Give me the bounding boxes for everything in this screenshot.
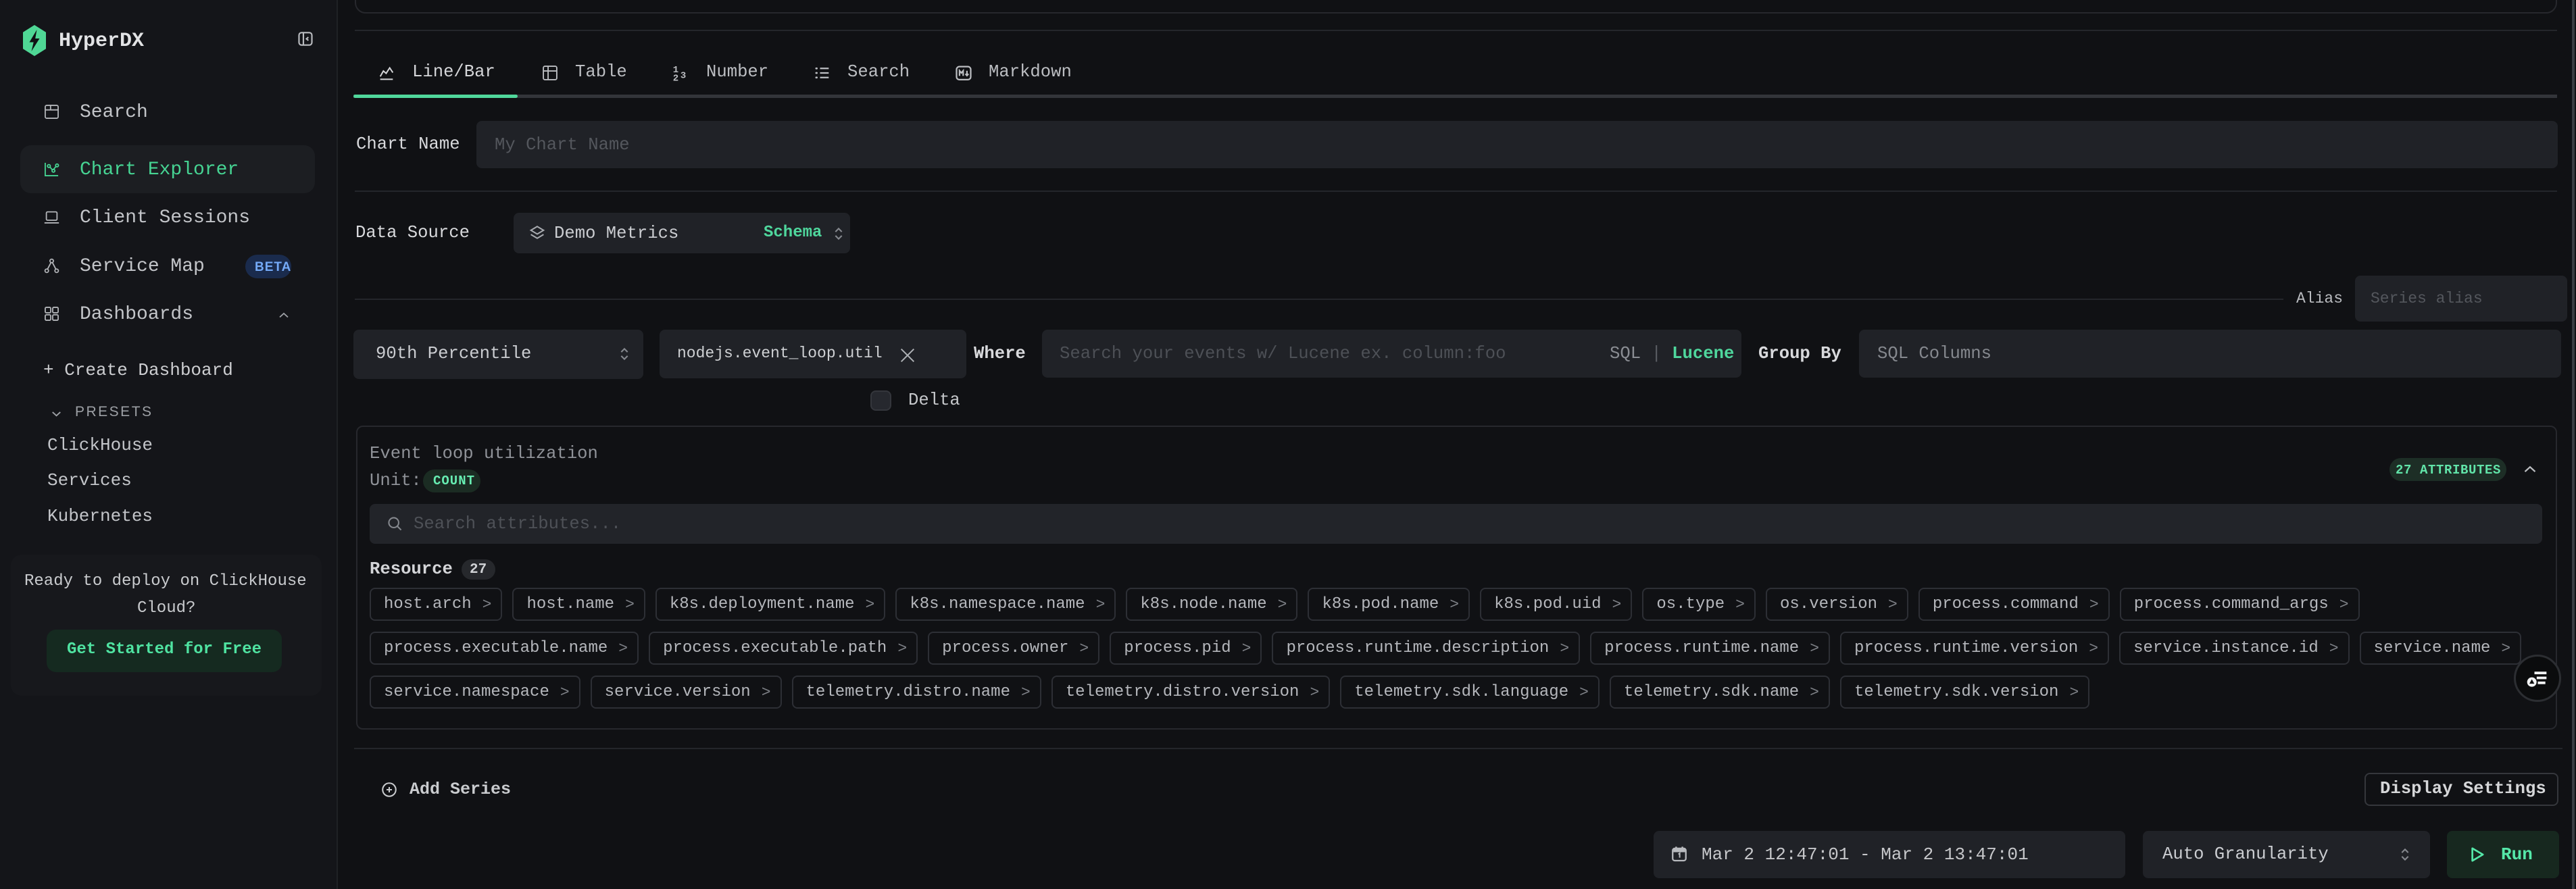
- svg-text:2: 2: [673, 74, 678, 82]
- svg-text:3: 3: [680, 71, 686, 82]
